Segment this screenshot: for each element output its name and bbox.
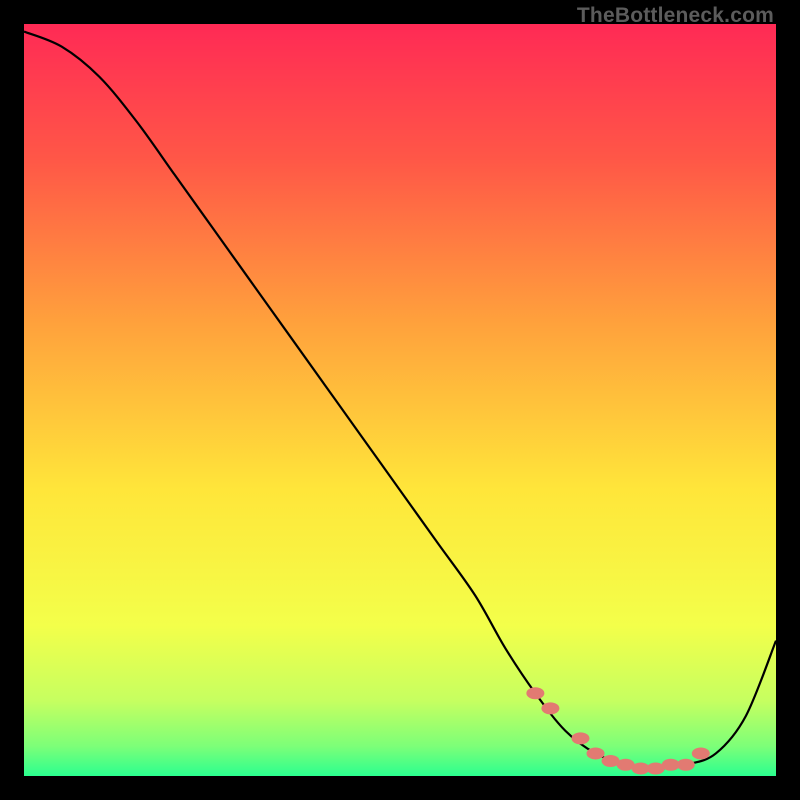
chart-container: TheBottleneck.com (0, 0, 800, 800)
watermark-text: TheBottleneck.com (577, 4, 774, 28)
plot-area (24, 24, 776, 776)
gradient-background (24, 24, 776, 776)
